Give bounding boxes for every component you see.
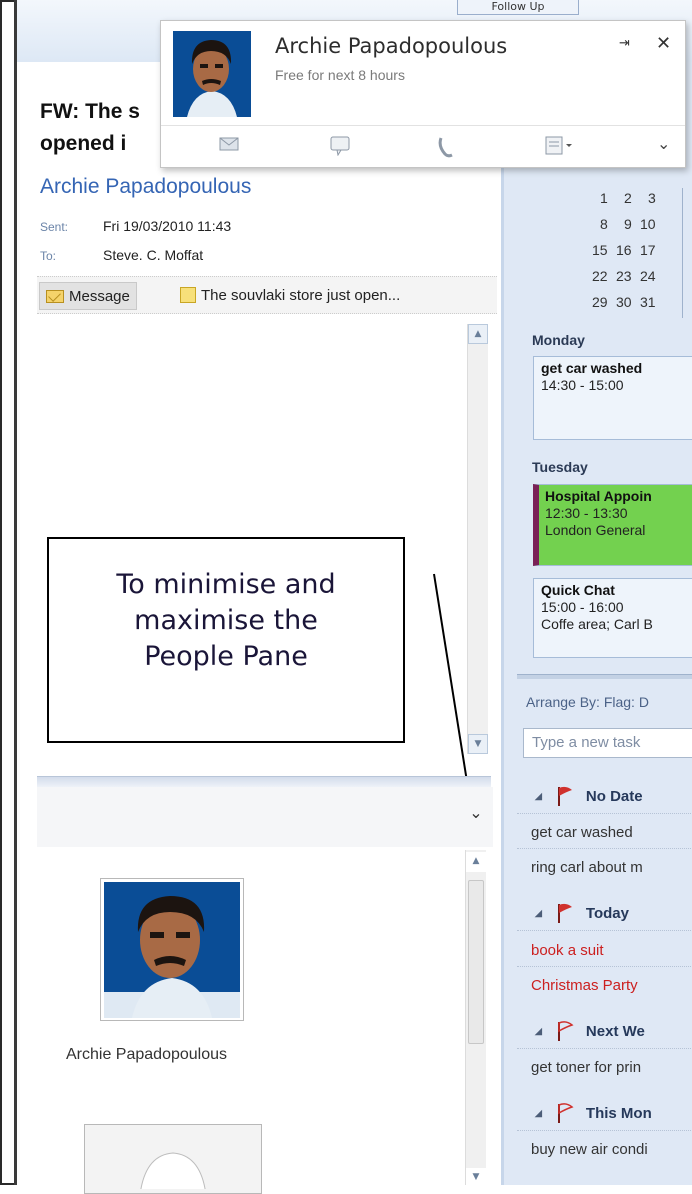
- pp-scroll-up-button[interactable]: ▲: [466, 852, 486, 872]
- cal-day[interactable]: 22: [592, 268, 608, 284]
- appointment-location: Coffe area; Carl B: [541, 616, 653, 632]
- outline-flag-icon: [557, 1103, 574, 1123]
- task-separator: [517, 966, 692, 967]
- collapse-triangle-icon: ◢: [535, 790, 542, 801]
- cal-day[interactable]: 29: [592, 294, 608, 310]
- chat-icon[interactable]: [329, 136, 351, 156]
- schedule-icon[interactable]: [545, 136, 575, 156]
- appointment-item[interactable]: Hospital Appoin 12:30 - 13:30 London Gen…: [533, 484, 692, 566]
- appointment-title: get car washed: [541, 360, 643, 376]
- person-photo-icon: [104, 882, 240, 1018]
- appointment-time: 12:30 - 13:30: [545, 505, 628, 521]
- cal-day[interactable]: 1: [600, 190, 608, 206]
- cal-edge: [682, 188, 692, 318]
- new-task-input[interactable]: Type a new task: [523, 728, 692, 758]
- appointment-title: Quick Chat: [541, 582, 615, 598]
- people-pane-scrollbar[interactable]: ▲ ▼: [465, 850, 486, 1188]
- email-icon[interactable]: [219, 136, 239, 152]
- contact-card-status: Free for next 8 hours: [275, 67, 405, 83]
- todo-splitter[interactable]: [517, 674, 692, 679]
- task-group-no-date[interactable]: ◢ No Date: [517, 779, 692, 814]
- pp-scroll-down-button[interactable]: ▼: [466, 1168, 486, 1188]
- task-item-overdue[interactable]: book a suit: [531, 942, 604, 959]
- people-pane-header: [37, 787, 493, 847]
- cal-day[interactable]: 10: [640, 216, 656, 232]
- contact-placeholder-photo[interactable]: [84, 1124, 262, 1194]
- appointment-location: London General: [545, 522, 646, 538]
- contact-card-action-bar: ⌄: [161, 125, 685, 168]
- cal-day[interactable]: 3: [648, 190, 656, 206]
- cal-day[interactable]: 8: [600, 216, 608, 232]
- appointment-time: 15:00 - 16:00: [541, 599, 624, 615]
- appointment-item[interactable]: Quick Chat 15:00 - 16:00 Coffe area; Car…: [533, 578, 692, 658]
- task-group-label: This Mon: [585, 1104, 652, 1122]
- task-group-next-week[interactable]: ◢ Next We: [517, 1014, 692, 1049]
- pin-icon[interactable]: ⇥: [619, 36, 630, 51]
- generic-person-icon: [139, 1152, 207, 1194]
- pp-scroll-thumb[interactable]: [468, 880, 484, 1044]
- cal-day[interactable]: 23: [616, 268, 632, 284]
- people-pane-toggle-button[interactable]: ⌄: [466, 803, 486, 823]
- day-header-monday: Monday: [532, 332, 585, 348]
- task-separator: [517, 848, 692, 849]
- cal-day[interactable]: 24: [640, 268, 656, 284]
- outline-flag-icon: [557, 1021, 574, 1041]
- arrange-by-header[interactable]: Arrange By: Flag: D: [526, 694, 649, 710]
- collapse-triangle-icon: ◢: [535, 1025, 542, 1036]
- contact-card-photo[interactable]: [173, 31, 251, 117]
- cal-day[interactable]: 9: [624, 216, 632, 232]
- appointment-title: Hospital Appoin: [545, 488, 652, 504]
- phone-icon[interactable]: [437, 136, 455, 158]
- collapse-triangle-icon: ◢: [535, 907, 542, 918]
- task-group-label: No Date: [585, 787, 643, 805]
- task-group-this-month[interactable]: ◢ This Mon: [517, 1096, 692, 1131]
- task-item-overdue[interactable]: Christmas Party: [531, 977, 638, 994]
- expand-card-icon[interactable]: ⌄: [657, 134, 670, 153]
- task-item[interactable]: ring carl about m: [531, 859, 643, 876]
- day-header-tuesday: Tuesday: [532, 459, 588, 475]
- contact-card-popup: Archie Papadopoulous Free for next 8 hou…: [160, 20, 686, 168]
- people-pane-person-name[interactable]: Archie Papadopoulous: [66, 1046, 227, 1064]
- cal-day[interactable]: 31: [640, 294, 656, 310]
- appointment-time: 14:30 - 15:00: [541, 377, 624, 393]
- red-flag-icon: [557, 786, 572, 806]
- task-group-label: Today: [585, 904, 629, 922]
- collapse-triangle-icon: ◢: [535, 1107, 542, 1118]
- contact-card-name[interactable]: Archie Papadopoulous: [275, 34, 507, 58]
- cal-day[interactable]: 30: [616, 294, 632, 310]
- red-flag-icon: [557, 903, 572, 923]
- task-group-today[interactable]: ◢ Today: [517, 896, 692, 931]
- task-item[interactable]: get toner for prin: [531, 1059, 641, 1076]
- cal-day[interactable]: 16: [616, 242, 632, 258]
- cal-day[interactable]: 2: [624, 190, 632, 206]
- task-item[interactable]: buy new air condi: [531, 1141, 648, 1158]
- appointment-item[interactable]: get car washed 14:30 - 15:00: [533, 356, 692, 440]
- task-item[interactable]: get car washed: [531, 824, 633, 841]
- cal-day[interactable]: 17: [640, 242, 656, 258]
- cal-day[interactable]: 15: [592, 242, 608, 258]
- task-group-label: Next We: [585, 1022, 645, 1040]
- contact-photo[interactable]: [100, 878, 244, 1021]
- close-icon[interactable]: ✕: [656, 33, 671, 54]
